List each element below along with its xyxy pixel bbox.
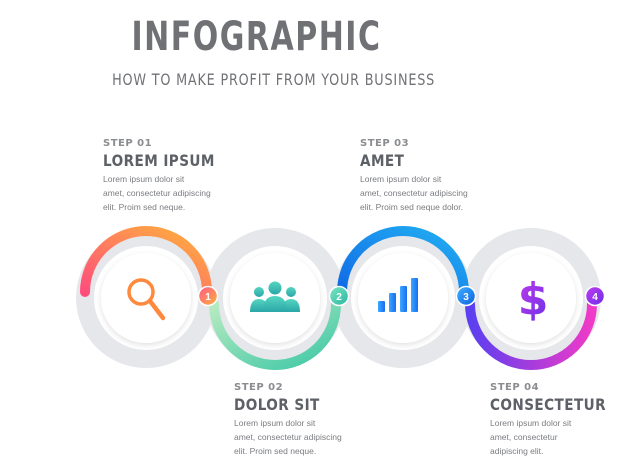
step-badge-2-number: 2 — [336, 292, 342, 303]
step-badge-3: 3 — [455, 285, 477, 307]
step-2-text: STEP 02 DOLOR SIT Lorem ipsum dolor sit … — [234, 382, 342, 458]
step-4-label: STEP 04 — [490, 382, 540, 393]
step-4-title: CONSECTETUR — [490, 395, 607, 414]
step-badge-3-number: 3 — [463, 292, 469, 303]
step-badge-2: 2 — [328, 285, 350, 307]
step-3-label: STEP 03 — [360, 138, 410, 149]
step-1-title: LOREM IPSUM — [103, 151, 215, 170]
step-3-text: STEP 03 AMET Lorem ipsum dolor sit amet,… — [360, 138, 468, 214]
step-2-title: DOLOR SIT — [234, 395, 320, 414]
step-2-body: Lorem ipsum dolor sit amet, consectetur … — [234, 418, 342, 456]
step-badge-4-number: 4 — [592, 292, 598, 303]
step-1-label: STEP 01 — [103, 138, 153, 149]
step-3-body: Lorem ipsum dolor sit amet, consectetur … — [360, 174, 468, 212]
step-1-text: STEP 01 LOREM IPSUM Lorem ipsum dolor si… — [103, 138, 235, 214]
step-2-label: STEP 02 — [234, 382, 284, 393]
step-3-title: AMET — [360, 151, 405, 170]
step-1-body: Lorem ipsum dolor sit amet, consectetur … — [103, 174, 211, 212]
step-badge-1-number: 1 — [205, 292, 211, 303]
step-badge-1: 1 — [197, 285, 219, 307]
dollar-icon: $ — [518, 274, 549, 325]
step-4-body: Lorem ipsum dolor sit amet, consectetur … — [490, 418, 572, 456]
step-4-text: STEP 04 CONSECTETUR Lorem ipsum dolor si… — [490, 382, 627, 458]
step-badge-4: 4 — [584, 285, 606, 307]
